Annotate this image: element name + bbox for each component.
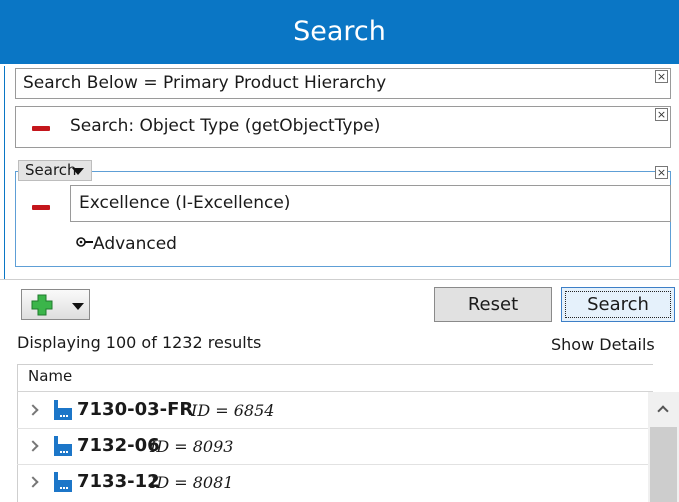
table-row[interactable]: 7130-03-FR ID = 6854: [17, 393, 648, 428]
row-id: ID = 8093: [150, 437, 234, 456]
chevron-right-icon[interactable]: [27, 476, 39, 488]
reset-button[interactable]: Reset: [434, 287, 552, 322]
row-id: ID = 8081: [150, 473, 234, 492]
focus-ring: [565, 291, 671, 318]
key-icon: [76, 237, 93, 247]
table-row[interactable]: 7132-06 ID = 8093: [17, 429, 648, 464]
scroll-up-button[interactable]: [648, 392, 679, 427]
chevron-right-icon[interactable]: [27, 404, 39, 416]
product-icon: [54, 472, 72, 492]
chevron-down-icon: [72, 168, 84, 175]
close-icon[interactable]: ×: [655, 108, 668, 121]
product-icon: [54, 400, 72, 420]
add-icon: [31, 294, 53, 316]
show-details-link[interactable]: Show Details: [551, 335, 655, 354]
row-code: 7132-06: [77, 435, 160, 456]
minus-icon[interactable]: [32, 126, 50, 131]
row-id: ID = 6854: [191, 401, 275, 420]
criterion-hierarchy-label: Search Below = Primary Product Hierarchy: [23, 73, 387, 93]
close-icon[interactable]: ×: [655, 166, 668, 179]
results-count: Displaying 100 of 1232 results: [17, 333, 262, 352]
chevron-down-icon: [72, 303, 84, 310]
product-icon: [54, 436, 72, 456]
row-code: 7133-12: [77, 471, 160, 492]
column-header-name[interactable]: Name: [28, 367, 72, 385]
add-button[interactable]: [21, 289, 90, 320]
criterion-object-type-label: Search: Object Type (getObjectType): [70, 116, 381, 136]
close-icon[interactable]: ×: [655, 70, 668, 83]
group-type-label: Search: [25, 161, 77, 179]
minus-icon[interactable]: [32, 205, 50, 210]
group-value-text: Excellence (I-Excellence): [79, 193, 291, 213]
advanced-link[interactable]: Advanced: [93, 234, 177, 254]
scrollbar-thumb[interactable]: [650, 427, 677, 502]
table-header: [17, 364, 653, 392]
chevron-right-icon[interactable]: [27, 440, 39, 452]
row-code: 7130-03-FR: [77, 399, 194, 420]
search-button[interactable]: Search: [561, 287, 675, 322]
section-divider: [0, 279, 679, 280]
header-divider: [0, 64, 679, 66]
group-type-dropdown[interactable]: Search: [18, 160, 92, 181]
panel-title: Search: [0, 0, 679, 64]
table-row[interactable]: 7133-12 ID = 8081: [17, 465, 648, 500]
scroll-up-icon: [657, 405, 669, 417]
